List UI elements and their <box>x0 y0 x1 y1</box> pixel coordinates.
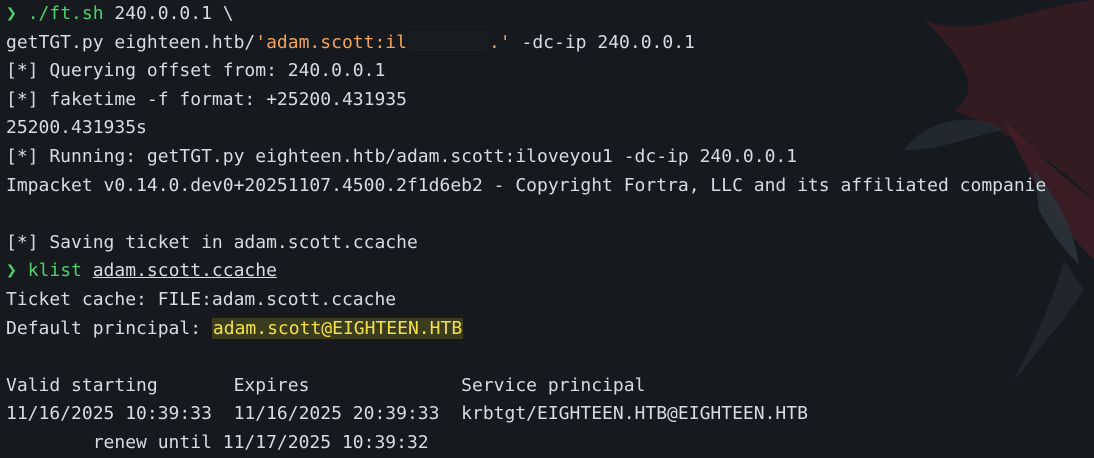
default-principal-line: Default principal: adam.scott@EIGHTEEN.H… <box>6 315 1094 344</box>
output-line: [*] Running: getTGT.py eighteen.htb/adam… <box>6 145 798 167</box>
credential-string-start: 'adam.scott:il <box>255 31 407 53</box>
command-arg-file: adam.scott.ccache <box>92 260 277 282</box>
output-line: [*] Querying offset from: 240.0.0.1 <box>6 60 386 82</box>
default-principal-label: Default principal: <box>6 317 212 339</box>
output-line: 25200.431935s <box>6 117 147 139</box>
command-text: getTGT.py eighteen.htb/ <box>6 31 256 53</box>
ticket-renew-line: renew until 11/17/2025 10:39:32 <box>6 431 429 453</box>
prompt-icon: ❯ <box>6 3 17 24</box>
output-line: [*] faketime -f format: +25200.431935 <box>6 88 407 110</box>
output-line: Impacket v0.14.0.dev0+20251107.4500.2f1d… <box>6 174 1047 196</box>
command-line-ftsh: ❯ ./ft.sh 240.0.0.1 \ <box>6 0 1094 29</box>
credential-string-end: .' <box>488 31 511 53</box>
output-line: [*] Saving ticket in adam.scott.ccache <box>6 231 418 253</box>
ticket-table-header: Valid starting Expires Service principal <box>6 374 646 396</box>
command-line-klist: ❯ klist adam.scott.ccache <box>6 257 1094 286</box>
output-line: Ticket cache: FILE:adam.scott.ccache <box>6 288 397 310</box>
redacted-block <box>408 30 487 51</box>
terminal-output[interactable]: ❯ ./ft.sh 240.0.0.1 \ getTGT.py eighteen… <box>6 0 1094 458</box>
command-args: 240.0.0.1 \ <box>103 3 234 24</box>
ticket-table-row: 11/16/2025 10:39:33 11/16/2025 20:39:33 … <box>6 403 808 425</box>
command-continuation: getTGT.py eighteen.htb/'adam.scott:il .' … <box>6 29 1094 58</box>
prompt-icon: ❯ <box>6 260 17 282</box>
command-name: ./ft.sh <box>27 3 104 24</box>
principal-highlight: adam.scott@EIGHTEEN.HTB <box>211 317 464 339</box>
command-options: -dc-ip 240.0.0.1 <box>510 31 695 53</box>
command-name: klist <box>27 260 82 282</box>
